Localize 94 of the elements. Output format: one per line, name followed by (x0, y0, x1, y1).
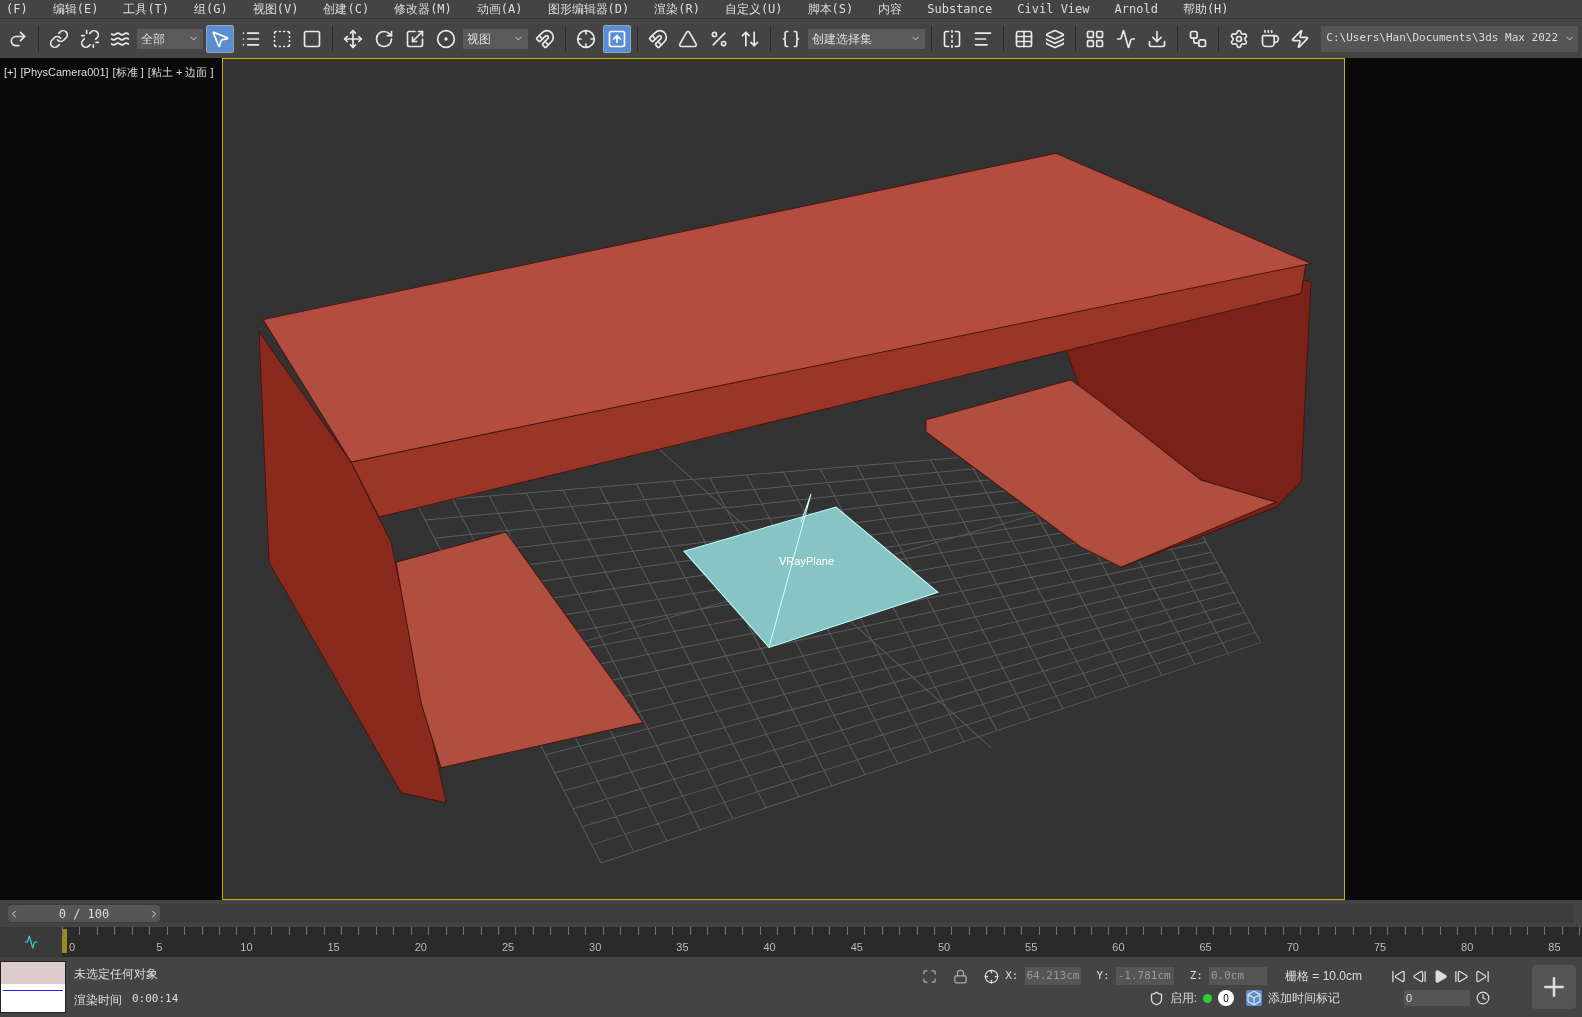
shield-icon[interactable] (1148, 990, 1164, 1006)
cube-icon[interactable] (1246, 990, 1262, 1006)
crosshair-icon (575, 28, 596, 49)
menu-item[interactable]: (F) (6, 0, 28, 18)
magnet-icon (647, 28, 668, 49)
menu-item[interactable]: 动画(A) (476, 0, 523, 18)
tick-label: 70 (1286, 940, 1299, 955)
step-back-icon[interactable] (1412, 968, 1427, 984)
menu-item[interactable]: 视图(V) (252, 0, 299, 18)
unlink-icon (79, 28, 100, 49)
crosshair-icon[interactable] (984, 968, 1000, 984)
circle-icon (435, 28, 456, 49)
menu-item[interactable]: 编辑(E) (52, 0, 99, 18)
path-dropdown[interactable]: C:\Users\Han\Documents\3ds Max 2022 (1321, 25, 1579, 52)
menu-item[interactable]: 内容 (878, 0, 903, 18)
x-label: X: (1005, 967, 1019, 984)
render-time: 0:00:14 (132, 991, 179, 1007)
add-marker-label[interactable]: 添加时间标记 (1268, 989, 1378, 1007)
braces-icon (780, 28, 801, 49)
dropdown[interactable]: 视图 (462, 28, 529, 49)
skip-forward-icon[interactable] (1475, 968, 1490, 984)
tick-label: 40 (763, 940, 776, 955)
layers-icon (1044, 28, 1065, 49)
menu-item[interactable]: 自定义(U) (724, 0, 783, 18)
link-icon (48, 28, 69, 49)
key-count: 0 (1218, 990, 1234, 1006)
menu-item[interactable]: 脚本(S) (807, 0, 854, 18)
tick-label: 15 (327, 940, 340, 955)
menu-item[interactable]: 渲染(R) (654, 0, 700, 18)
menu-item[interactable]: Arnold (1114, 0, 1158, 18)
menu-item[interactable]: 帮助(H) (1182, 0, 1229, 18)
gear-icon (1228, 28, 1249, 49)
tick-label: 55 (1025, 940, 1038, 955)
tick-label: 50 (937, 940, 951, 955)
object-label: VRayPlane (779, 554, 835, 569)
move-icon (343, 28, 364, 49)
step-forward-icon[interactable] (1454, 968, 1469, 984)
scale-icon (404, 28, 425, 49)
dropdown[interactable]: 全部 (137, 28, 203, 49)
clock-icon[interactable] (1476, 991, 1490, 1005)
listener-preview (0, 961, 66, 1013)
status-text: 未选定任何对象 (74, 966, 159, 983)
viewport-label[interactable]: [标准 ] (112, 64, 144, 81)
viewport-label[interactable]: [+] (4, 64, 17, 81)
tick-label: 45 (850, 940, 863, 955)
tick-label: 30 (589, 940, 602, 955)
table-icon (1013, 28, 1034, 49)
grid-icon (1085, 28, 1106, 49)
play-icon[interactable] (1433, 968, 1448, 984)
menu-item[interactable]: 图形编辑器(D) (547, 0, 630, 18)
render-time-label: 渲染时间 (74, 992, 122, 1009)
selection-icon[interactable] (922, 968, 938, 984)
menu-item[interactable]: 组(G) (194, 0, 228, 18)
download-icon (1147, 28, 1168, 49)
tick-label: 80 (1461, 940, 1474, 955)
viewport-label[interactable]: [粘土 + 边面 ] (147, 64, 214, 81)
tick-label: 10 (240, 940, 253, 955)
tick-label: 20 (414, 940, 427, 955)
y-label: Y: (1096, 967, 1110, 984)
tick-label: 25 (501, 940, 515, 955)
tick-label: 60 (1112, 940, 1125, 955)
tick-label: 35 (676, 940, 689, 955)
menu-item[interactable]: 工具(T) (123, 0, 170, 18)
menu-item[interactable]: 创建(C) (323, 0, 370, 18)
mirror-icon (942, 28, 963, 49)
grid-size: 栅格 = 10.0cm (1285, 968, 1364, 985)
magnet-icon (535, 28, 556, 49)
rotate-icon (374, 28, 394, 49)
viewport-label[interactable]: [PhysCamera001] (20, 64, 109, 81)
curve-icon (24, 935, 38, 949)
z-label: Z: (1189, 967, 1203, 984)
tick-label: 85 (1548, 940, 1561, 955)
menu-item[interactable]: Civil View (1017, 0, 1090, 18)
skip-back-icon[interactable] (1391, 968, 1406, 984)
menu-item[interactable]: Substance (927, 0, 993, 18)
tick-label: 0 (68, 940, 76, 955)
enable-label: 启用: (1169, 990, 1197, 1007)
lightning-icon (1290, 28, 1311, 49)
add-key-button[interactable] (1532, 965, 1576, 1009)
dropdown[interactable]: 创建选择集 (807, 28, 926, 49)
tick-label: 75 (1373, 940, 1387, 955)
tick-label: 5 (156, 940, 163, 955)
dashed-square-icon (271, 28, 292, 49)
toolbar-button[interactable] (205, 24, 234, 53)
toolbar-button[interactable] (602, 24, 631, 53)
frame-counter[interactable]: 0 / 100 (8, 905, 160, 922)
arrow-up-icon (606, 28, 627, 49)
menu-item[interactable]: 修改器(M) (394, 0, 452, 18)
square-icon (302, 28, 323, 49)
wave-icon (1116, 28, 1137, 49)
tick-label: 65 (1199, 940, 1212, 955)
nodes-icon (1187, 28, 1208, 49)
lock-icon[interactable] (953, 968, 969, 984)
frame-field[interactable]: 0 (1404, 990, 1470, 1006)
